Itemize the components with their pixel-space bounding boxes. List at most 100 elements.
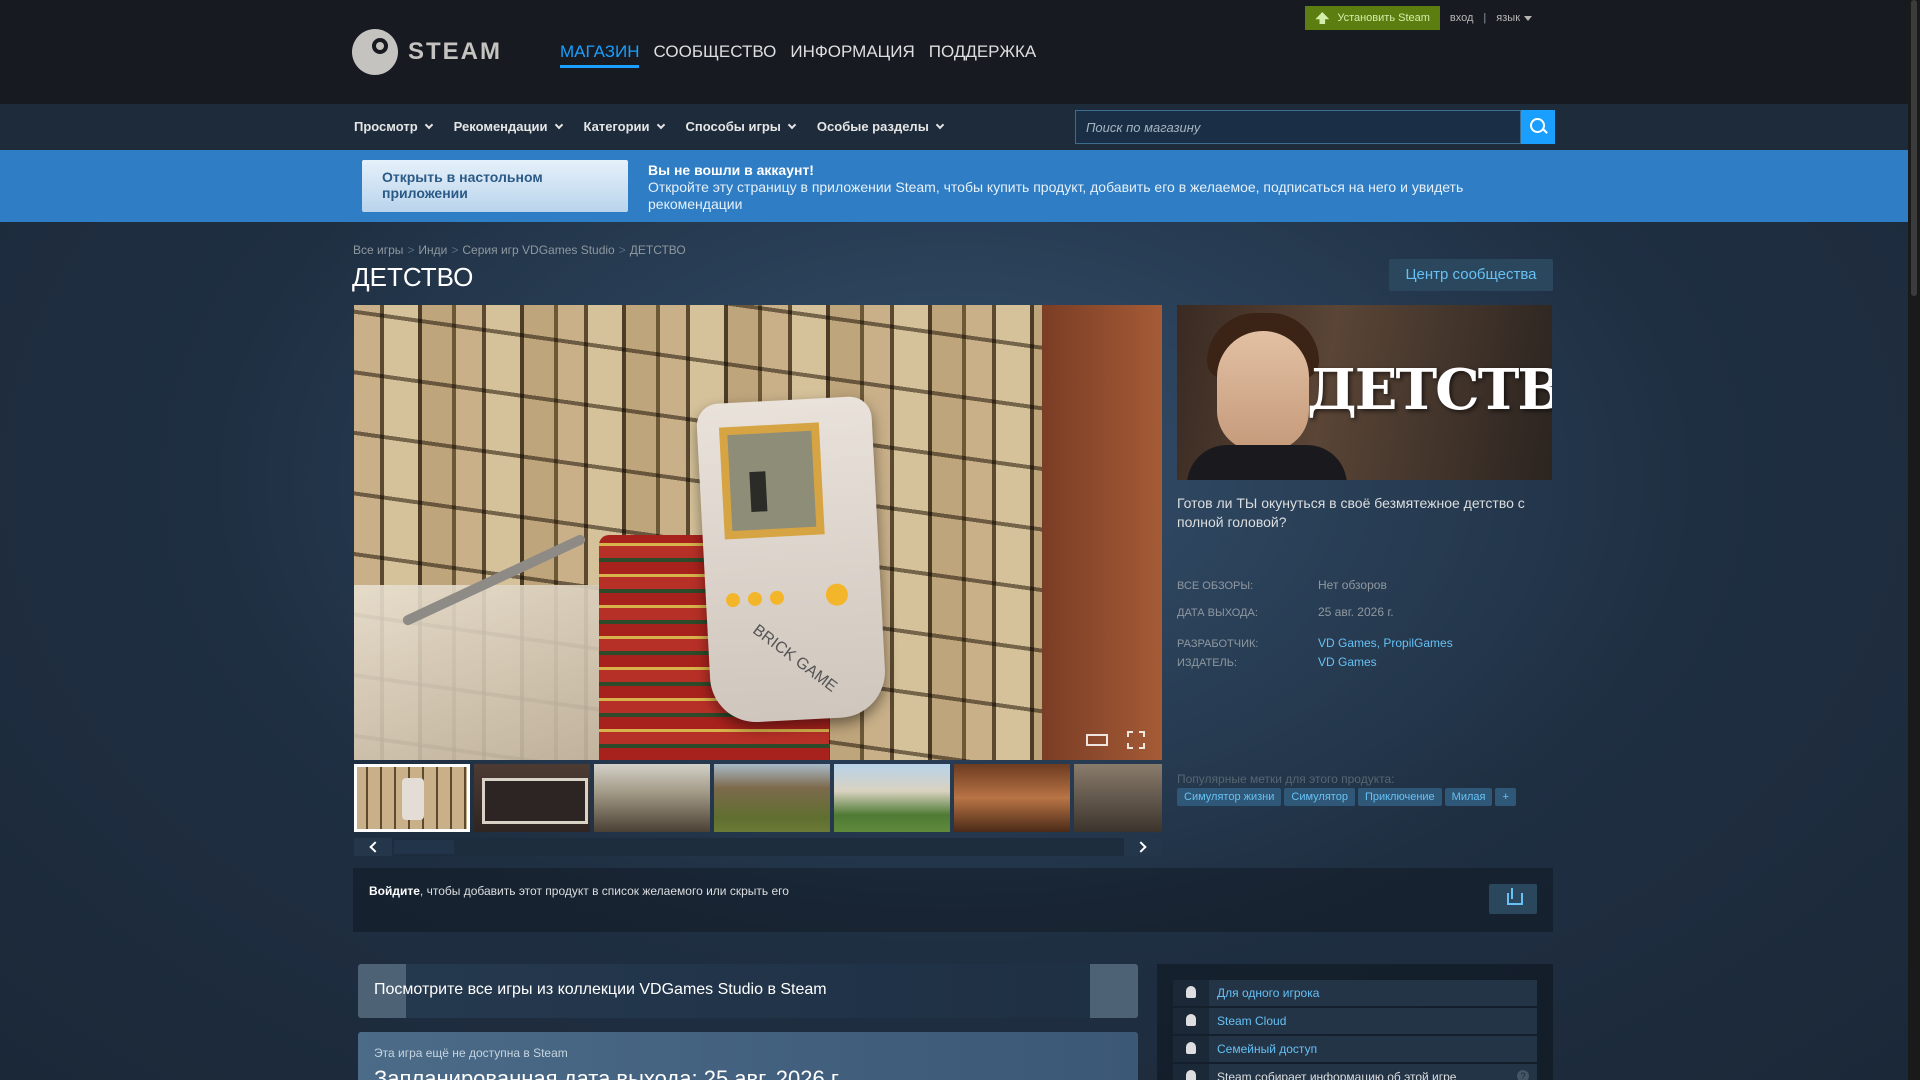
download-icon bbox=[1315, 12, 1330, 24]
feature-steam-info: Steam собирает информацию об этой игре ? bbox=[1173, 1064, 1537, 1080]
store-menu: Просмотр Рекомендации Категории Способы … bbox=[354, 119, 945, 134]
open-in-app-button[interactable]: Открыть в настольном приложении bbox=[362, 160, 628, 212]
steam-logo[interactable]: STEAM bbox=[352, 29, 502, 75]
tag-simulation[interactable]: Симулятор bbox=[1284, 788, 1355, 806]
menu-browse[interactable]: Просмотр bbox=[354, 119, 433, 134]
steam-logo-text: STEAM bbox=[408, 38, 502, 65]
install-steam-label: Установить Steam bbox=[1337, 12, 1430, 24]
search-input[interactable] bbox=[1075, 110, 1521, 144]
search-icon[interactable] bbox=[1521, 110, 1555, 144]
nav-support[interactable]: ПОДДЕРЖКА bbox=[929, 42, 1037, 68]
chevron-down-icon bbox=[787, 120, 797, 129]
thumbnail-scrollbar[interactable] bbox=[354, 838, 1162, 856]
wishlist-bar: Войдите, чтобы добавить этот продукт в с… bbox=[353, 868, 1553, 932]
capsule-title: ДЕТСТВО bbox=[1307, 357, 1552, 423]
nav-community[interactable]: СООБЩЕСТВО bbox=[653, 42, 776, 68]
publisher-link[interactable]: VD Games bbox=[1318, 655, 1377, 669]
fullscreen-icon[interactable] bbox=[1127, 731, 1145, 749]
family-icon bbox=[1173, 1036, 1209, 1062]
community-hub-button[interactable]: Центр сообщества bbox=[1389, 259, 1553, 291]
breadcrumb-separator: > bbox=[407, 243, 415, 257]
franchise-banner[interactable]: Посмотрите все игры из коллекции VDGames… bbox=[358, 964, 1138, 1018]
film-strip-right-icon bbox=[1090, 964, 1138, 1018]
chevron-down-icon bbox=[424, 120, 433, 129]
thumbnail-scroll-handle[interactable] bbox=[394, 840, 454, 854]
tag-adventure[interactable]: Приключение bbox=[1357, 788, 1442, 806]
language-dropdown[interactable]: язык bbox=[1496, 12, 1532, 24]
chevron-left-icon[interactable] bbox=[354, 838, 392, 856]
wishlist-text: Войдите, чтобы добавить этот продукт в с… bbox=[369, 884, 789, 898]
steam-logo-icon bbox=[352, 29, 398, 75]
menu-categories-label: Категории bbox=[583, 119, 650, 134]
franchise-text: Посмотрите все игры из коллекции VDGames… bbox=[374, 981, 827, 998]
menu-special-sections[interactable]: Особые разделы bbox=[816, 119, 945, 134]
menu-recommendations[interactable]: Рекомендации bbox=[453, 119, 563, 134]
install-steam-button[interactable]: Установить Steam bbox=[1305, 6, 1440, 30]
tag-life-sim[interactable]: Симулятор жизни bbox=[1177, 788, 1282, 806]
thumbnail-3[interactable] bbox=[594, 764, 710, 832]
menu-recommendations-label: Рекомендации bbox=[453, 119, 548, 134]
feature-family-sharing[interactable]: Семейный доступ bbox=[1173, 1036, 1537, 1062]
thumbnail-2[interactable] bbox=[474, 764, 590, 832]
breadcrumb-indie[interactable]: Инди bbox=[418, 243, 447, 257]
reviews-label: ВСЕ ОБЗОРЫ: bbox=[1177, 580, 1254, 592]
thumbnail-5[interactable] bbox=[834, 764, 950, 832]
tag-cute[interactable]: Милая bbox=[1444, 788, 1493, 806]
window-mode-icon[interactable] bbox=[1086, 734, 1108, 746]
brick-game-buttons bbox=[725, 590, 785, 608]
brick-game-label: BRICK GAME bbox=[749, 621, 840, 696]
cloud-icon bbox=[1173, 1008, 1209, 1034]
thumbnail-6[interactable] bbox=[954, 764, 1070, 832]
breadcrumb-franchise[interactable]: Серия игр VDGames Studio bbox=[462, 243, 614, 257]
tags-label: Популярные метки для этого продукта: bbox=[1177, 772, 1395, 786]
share-icon[interactable] bbox=[1489, 884, 1537, 914]
breadcrumb-current[interactable]: ДЕТСТВО bbox=[630, 243, 686, 257]
menu-ways-to-play[interactable]: Способы игры bbox=[686, 119, 797, 134]
brick-game-display bbox=[727, 430, 817, 532]
feature-label: Steam Cloud bbox=[1217, 1014, 1287, 1028]
login-banner: Открыть в настольном приложении Вы не во… bbox=[0, 150, 1908, 222]
signin-link[interactable]: Войдите bbox=[369, 884, 420, 898]
page-scroll-thumb[interactable] bbox=[1911, 0, 1917, 296]
chevron-down-icon bbox=[554, 120, 563, 129]
breadcrumb-separator: > bbox=[451, 243, 459, 257]
short-description: Готов ли ТЫ окунуться в своё безмятежное… bbox=[1177, 495, 1525, 530]
chevron-right-icon[interactable] bbox=[1124, 838, 1162, 856]
nav-about[interactable]: ИНФОРМАЦИЯ bbox=[790, 42, 914, 68]
main-nav: МАГАЗИН СООБЩЕСТВО ИНФОРМАЦИЯ ПОДДЕРЖКА bbox=[560, 42, 1036, 68]
feature-steam-cloud[interactable]: Steam Cloud bbox=[1173, 1008, 1537, 1034]
nav-store[interactable]: МАГАЗИН bbox=[560, 42, 640, 68]
thumbnail-4[interactable] bbox=[714, 764, 830, 832]
breadcrumb-all-games[interactable]: Все игры bbox=[353, 243, 403, 257]
feature-label: Steam собирает информацию об этой игре bbox=[1217, 1070, 1457, 1080]
menu-browse-label: Просмотр bbox=[354, 119, 418, 134]
coming-soon-date: Запланированная дата выхода: 25 авг. 202… bbox=[374, 1066, 843, 1080]
wishlist-hint: , чтобы добавить этот продукт в список ж… bbox=[419, 884, 789, 898]
header-capsule: ДЕТСТВО bbox=[1177, 305, 1552, 480]
page-scrollbar[interactable] bbox=[1908, 0, 1920, 1080]
release-date-label: ДАТА ВЫХОДА: bbox=[1177, 607, 1258, 619]
tag-more-button[interactable]: + bbox=[1495, 788, 1516, 806]
breadcrumb-separator: > bbox=[618, 243, 626, 257]
help-icon[interactable]: ? bbox=[1517, 1070, 1529, 1080]
login-link[interactable]: вход bbox=[1450, 12, 1474, 24]
chevron-down-icon bbox=[935, 120, 945, 129]
feature-label: Для одного игрока bbox=[1217, 986, 1320, 1000]
thumbnail-7[interactable] bbox=[1074, 764, 1162, 832]
developer-link-propilgames[interactable]: PropilGames bbox=[1383, 636, 1452, 650]
brick-game-screen bbox=[718, 422, 825, 540]
screenshot-brick-game: BRICK GAME bbox=[695, 395, 888, 725]
language-label: язык bbox=[1496, 12, 1520, 24]
reviews-value: Нет обзоров bbox=[1318, 578, 1387, 592]
top-separator: | bbox=[1483, 12, 1487, 24]
thumbnail-1[interactable] bbox=[354, 764, 470, 832]
developer-link-vd-games[interactable]: VD Games bbox=[1318, 636, 1377, 650]
feature-single-player[interactable]: Для одного игрока bbox=[1173, 980, 1537, 1006]
brick-game-rotate-button bbox=[825, 583, 849, 607]
coming-soon-label: Эта игра ещё не доступна в Steam bbox=[374, 1046, 568, 1060]
main-screenshot[interactable]: BRICK GAME bbox=[354, 305, 1162, 760]
feature-label: Семейный доступ bbox=[1217, 1042, 1318, 1056]
menu-special-sections-label: Особые разделы bbox=[816, 119, 929, 134]
brick-game-button bbox=[747, 591, 763, 607]
menu-categories[interactable]: Категории bbox=[583, 119, 665, 134]
